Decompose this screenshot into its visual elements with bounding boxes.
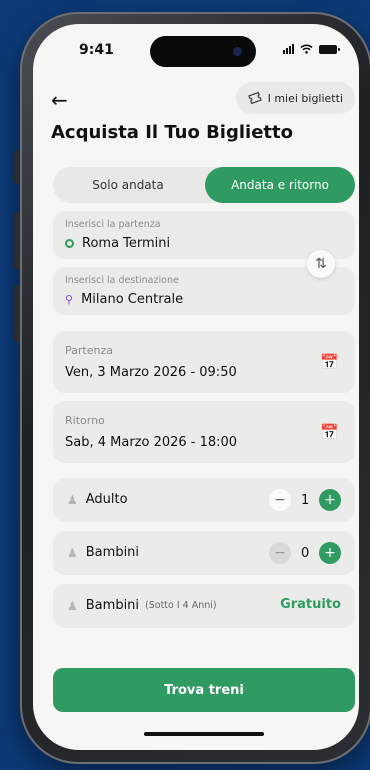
quantity-stepper: − 0 + <box>269 542 341 564</box>
destination-station-value: Milano Centrale <box>81 292 184 307</box>
destination-station-value-row: ⚲ Milano Centrale <box>65 292 183 307</box>
status-bar: 9:41 <box>33 24 359 78</box>
wifi-icon <box>300 44 313 54</box>
increment-button[interactable]: + <box>319 542 341 564</box>
departure-station-value: Roma Termini <box>82 236 171 251</box>
increment-button[interactable]: + <box>319 489 341 511</box>
app-screen: 9:41 ← I miei biglietti Acquista Il Tuo … <box>33 24 359 750</box>
home-indicator[interactable] <box>144 732 264 736</box>
passenger-count: 1 <box>301 492 310 508</box>
find-trains-label: Trova treni <box>164 682 244 698</box>
price-free-label: Gratuito <box>280 597 341 612</box>
phone-volume-up <box>14 212 20 270</box>
tab-solo-andata[interactable]: Solo andata <box>53 167 203 203</box>
find-trains-button[interactable]: Trova treni <box>53 668 355 712</box>
battery-icon <box>319 44 340 54</box>
dynamic-island <box>150 36 256 67</box>
top-bar: ← I miei biglietti <box>33 82 359 122</box>
swap-stations-button[interactable]: ⇅ <box>307 250 335 278</box>
return-date-field[interactable]: Ritorno Sab, 4 Marzo 2026 - 18:00 📅 <box>53 401 355 463</box>
person-icon: ♟ <box>67 492 78 507</box>
page-title: Acquista Il Tuo Biglietto <box>51 122 293 143</box>
status-time: 9:41 <box>79 42 114 58</box>
departure-station-value-row: Roma Termini <box>65 236 170 251</box>
quantity-stepper: − 1 + <box>269 489 341 511</box>
my-tickets-label: I miei biglietti <box>267 91 343 105</box>
signal-icon <box>283 44 294 54</box>
phone-volume-down <box>14 285 20 343</box>
origin-dot-icon <box>65 239 74 248</box>
passenger-name: ♟ Bambini (Sotto I 4 Anni) <box>67 598 217 613</box>
back-button[interactable]: ← <box>51 88 68 112</box>
decrement-button[interactable]: − <box>269 542 291 564</box>
passenger-label: Adulto <box>85 492 128 507</box>
departure-station-field[interactable]: Inserisci la partenza Roma Termini <box>53 211 355 259</box>
my-tickets-button[interactable]: I miei biglietti <box>235 82 355 114</box>
calendar-icon[interactable]: 📅 <box>320 353 339 371</box>
person-icon: ♟ <box>67 598 78 613</box>
calendar-icon[interactable]: 📅 <box>320 423 339 441</box>
passenger-name: ♟ Bambini <box>67 545 139 560</box>
destination-station-label: Inserisci la destinazione <box>65 275 179 286</box>
phone-side-button <box>14 150 20 184</box>
passenger-label: Bambini <box>85 598 140 613</box>
departure-date-value: Ven, 3 Marzo 2026 - 09:50 <box>65 365 237 380</box>
tab-andata-ritorno[interactable]: Andata e ritorno <box>205 167 355 203</box>
passenger-label: Bambini <box>85 545 140 560</box>
destination-station-field[interactable]: Inserisci la destinazione ⚲ Milano Centr… <box>53 267 355 315</box>
camera-icon <box>233 47 242 56</box>
passenger-row-infants: ♟ Bambini (Sotto I 4 Anni) Gratuito <box>53 584 355 628</box>
decrement-button[interactable]: − <box>269 489 291 511</box>
arrow-left-icon: ← <box>51 88 68 112</box>
trip-type-toggle: Solo andata Andata e ritorno <box>53 167 355 203</box>
return-date-label: Ritorno <box>65 414 105 427</box>
passenger-row-children: ♟ Bambini − 0 + <box>53 531 355 575</box>
swap-arrows-icon: ⇅ <box>315 256 327 272</box>
location-pin-icon: ⚲ <box>65 293 74 306</box>
passenger-age-note: (Sotto I 4 Anni) <box>145 600 217 611</box>
passenger-count: 0 <box>301 545 310 561</box>
passenger-row-adult: ♟ Adulto − 1 + <box>53 478 355 522</box>
return-date-value: Sab, 4 Marzo 2026 - 18:00 <box>65 435 238 450</box>
ticket-icon <box>247 92 262 104</box>
departure-station-label: Inserisci la partenza <box>65 219 161 230</box>
departure-date-field[interactable]: Partenza Ven, 3 Marzo 2026 - 09:50 📅 <box>53 331 355 393</box>
passenger-name: ♟ Adulto <box>67 492 128 507</box>
status-icons <box>283 44 340 54</box>
person-icon: ♟ <box>67 545 78 560</box>
departure-date-label: Partenza <box>65 344 113 357</box>
